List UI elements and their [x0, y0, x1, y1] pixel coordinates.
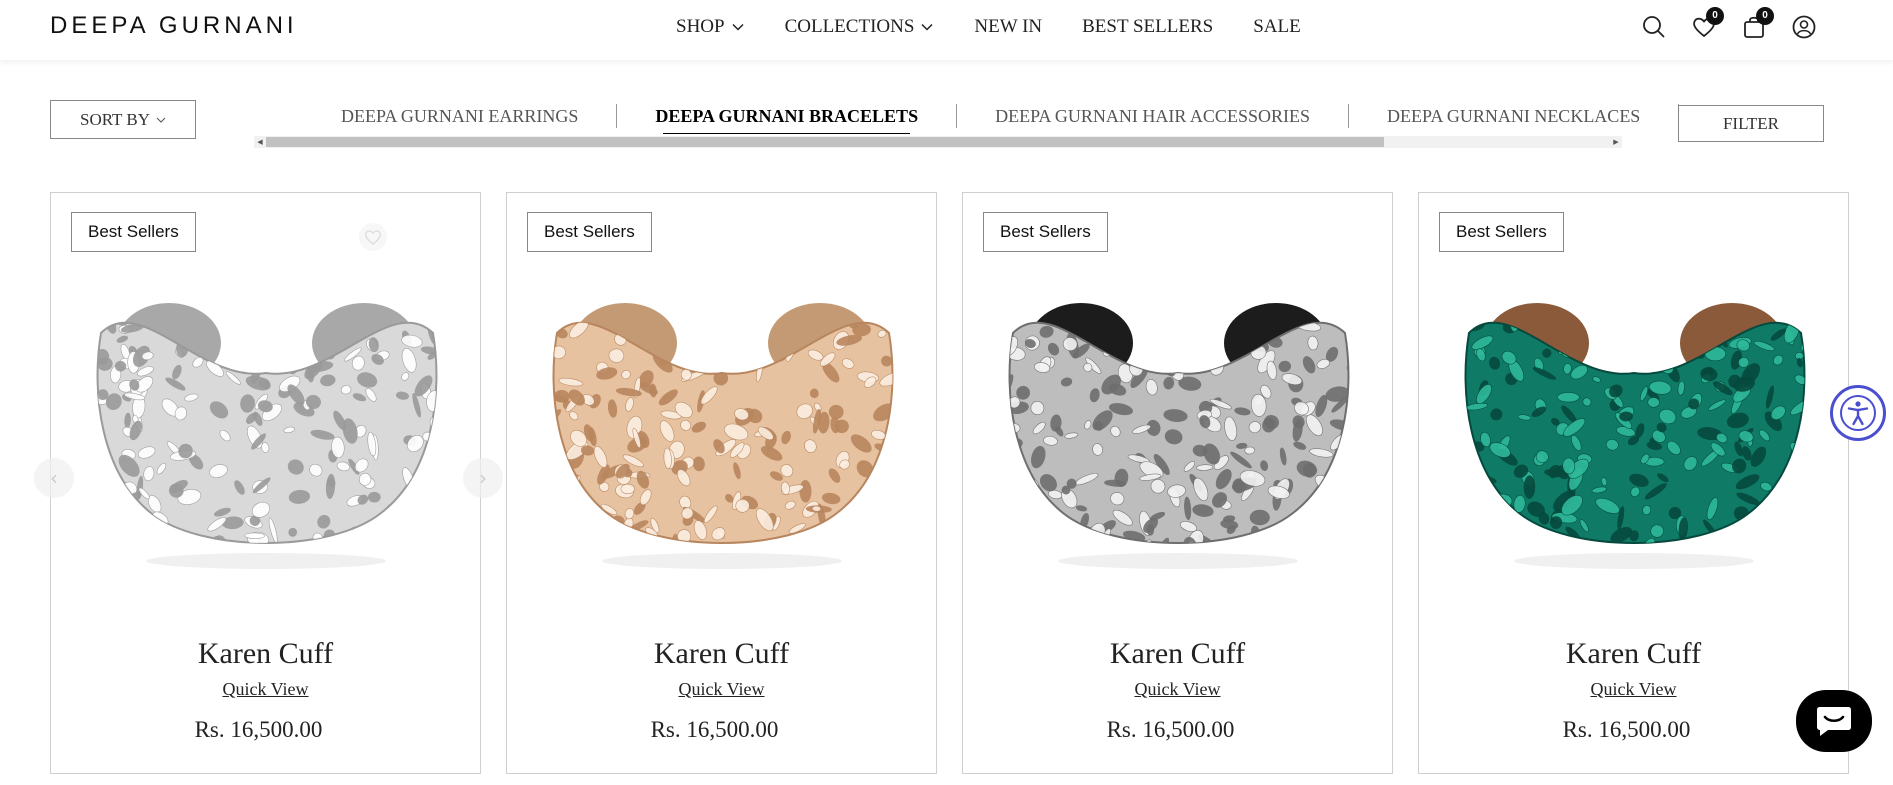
carousel-next-button[interactable]: ›: [463, 458, 503, 498]
product-image[interactable]: [81, 273, 452, 573]
tab-bracelets[interactable]: DEEPA GURNANI BRACELETS: [617, 104, 958, 134]
product-title[interactable]: Karen Cuff: [51, 637, 480, 671]
category-tabs-row: DEEPA GURNANI EARRINGS DEEPA GURNANI BRA…: [254, 100, 1680, 134]
nav-collections-label: COLLECTIONS: [784, 16, 915, 37]
nav-best-sellers-label: BEST SELLERS: [1082, 16, 1214, 37]
quick-view-link[interactable]: Quick View: [1419, 679, 1848, 700]
site-header: DEEPA GURNANI SHOP COLLECTIONS NEW IN BE…: [0, 0, 1893, 60]
chevron-down-icon: [921, 23, 933, 31]
product-price: Rs. 16,500.00: [194, 717, 323, 742]
tabs-scrollbar[interactable]: ◀ ▶: [254, 136, 1622, 148]
nav-best-sellers[interactable]: BEST SELLERS: [1082, 16, 1213, 38]
product-card[interactable]: Best Sellers Karen Cuff Quick View Rs. 1…: [1418, 192, 1849, 774]
best-sellers-badge: Best Sellers: [1439, 212, 1564, 252]
product-card[interactable]: Best Sellers Karen Cuff Quick View Rs. 1…: [506, 192, 937, 774]
best-sellers-badge: Best Sellers: [983, 212, 1108, 252]
chat-button[interactable]: [1796, 690, 1872, 752]
quick-view-link[interactable]: Quick View: [507, 679, 936, 700]
tab-necklaces[interactable]: DEEPA GURNANI NECKLACES: [1349, 104, 1680, 128]
chevron-down-icon: [732, 23, 744, 31]
scroll-left-arrow-icon[interactable]: ◀: [254, 136, 266, 148]
accessibility-button[interactable]: [1830, 385, 1886, 441]
nav-new-in-label: NEW IN: [974, 16, 1043, 37]
product-image[interactable]: [537, 273, 908, 573]
filter-button[interactable]: FILTER: [1678, 105, 1824, 142]
product-price: Rs. 16,500.00: [1562, 717, 1691, 742]
category-tabs: DEEPA GURNANI EARRINGS DEEPA GURNANI BRA…: [254, 100, 1680, 148]
account-button[interactable]: [1791, 14, 1817, 40]
wishlist-button[interactable]: 0: [1691, 7, 1724, 40]
tab-earrings[interactable]: DEEPA GURNANI EARRINGS: [254, 104, 618, 128]
search-button[interactable]: [1641, 14, 1667, 40]
tab-hair-accessories[interactable]: DEEPA GURNANI HAIR ACCESSORIES: [957, 104, 1349, 128]
product-title[interactable]: Karen Cuff: [1419, 637, 1848, 671]
heart-icon[interactable]: [359, 223, 387, 251]
cart-button[interactable]: 0: [1741, 7, 1774, 40]
sort-by-label: SORT BY: [80, 109, 150, 129]
quick-view-link[interactable]: Quick View: [963, 679, 1392, 700]
nav-new-in[interactable]: NEW IN: [974, 16, 1042, 38]
product-title[interactable]: Karen Cuff: [963, 637, 1392, 671]
filter-label: FILTER: [1722, 113, 1780, 133]
product-image[interactable]: [993, 273, 1364, 573]
quick-view-link[interactable]: Quick View: [51, 679, 480, 700]
best-sellers-badge: Best Sellers: [527, 212, 652, 252]
scrollbar-thumb[interactable]: [266, 137, 1384, 147]
carousel-prev-button[interactable]: ‹: [34, 458, 74, 498]
product-price: Rs. 16,500.00: [650, 717, 779, 742]
search-icon: [1643, 16, 1665, 38]
product-card[interactable]: Best Sellers Karen Cuff Quick View Rs. 1…: [962, 192, 1393, 774]
scroll-right-arrow-icon[interactable]: ▶: [1610, 136, 1622, 148]
product-title[interactable]: Karen Cuff: [507, 637, 936, 671]
cart-count-badge: 0: [1756, 7, 1774, 25]
user-account-icon: [1792, 15, 1816, 39]
product-price: Rs. 16,500.00: [1106, 717, 1235, 742]
best-sellers-badge: Best Sellers: [71, 212, 196, 252]
chat-bubble-icon: [1817, 707, 1851, 736]
product-card[interactable]: Best Sellers Karen Cuff Quick View Rs. 1…: [50, 192, 481, 774]
nav-shop-label: SHOP: [676, 16, 725, 37]
sort-by-button[interactable]: SORT BY: [50, 100, 196, 139]
nav-sale[interactable]: SALE: [1253, 16, 1301, 38]
nav-shop[interactable]: SHOP: [676, 16, 745, 38]
nav-sale-label: SALE: [1253, 16, 1301, 37]
main-nav: SHOP COLLECTIONS NEW IN BEST SELLERS SAL…: [676, 16, 1301, 38]
header-actions: 0 0: [1641, 7, 1817, 40]
wishlist-count-badge: 0: [1706, 7, 1724, 25]
chevron-down-icon: [156, 117, 166, 123]
product-image[interactable]: [1449, 273, 1820, 573]
brand-logo[interactable]: DEEPA GURNANI: [50, 12, 298, 40]
chevron-left-icon: ‹: [50, 466, 58, 490]
nav-collections[interactable]: COLLECTIONS: [785, 16, 935, 38]
accessibility-icon: [1840, 395, 1876, 431]
chevron-right-icon: ›: [479, 466, 487, 490]
